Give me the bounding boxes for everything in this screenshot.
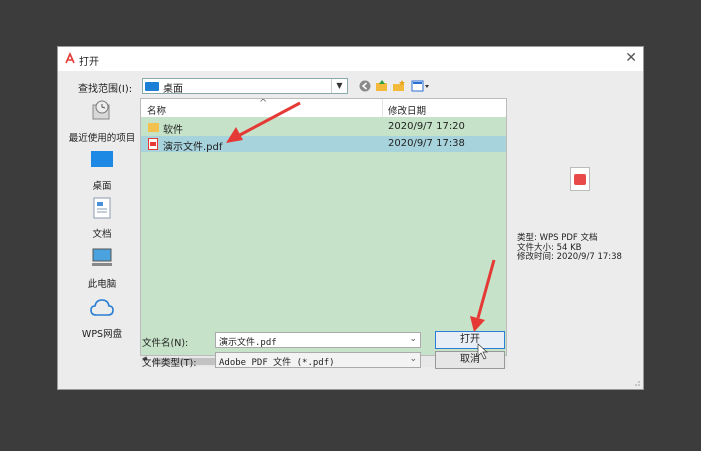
annotation-arrow-file: [226, 101, 301, 143]
annotation-arrows: [226, 101, 496, 360]
mouse-cursor-icon: [477, 343, 488, 360]
annotation-arrow-open: [470, 259, 496, 332]
